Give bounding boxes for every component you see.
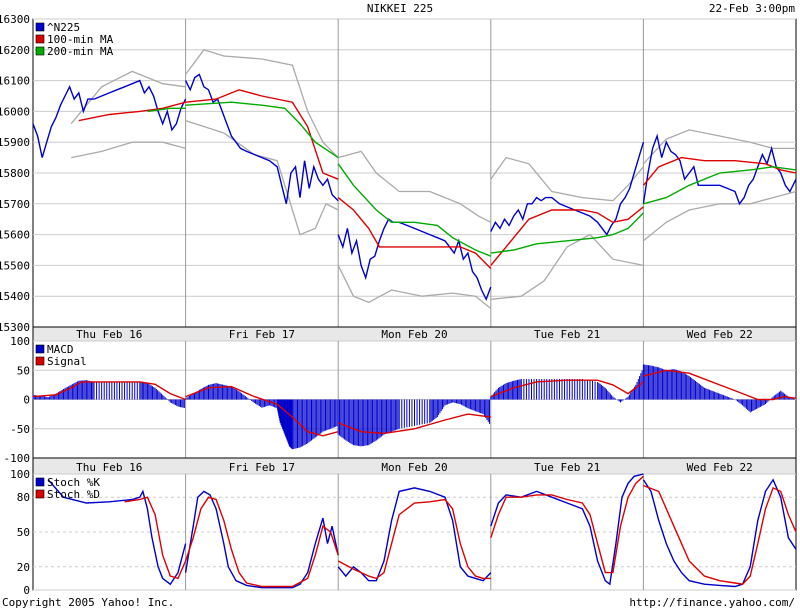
y-tick-label: 50 xyxy=(17,364,30,377)
y-tick-label: 100 xyxy=(10,468,30,481)
legend-swatch xyxy=(35,356,45,366)
chart-title: NIKKEI 225 xyxy=(367,2,433,15)
day-label: Fri Feb 17 xyxy=(229,328,295,341)
legend-label: Stoch %D xyxy=(47,488,100,501)
y-tick-label: 16200 xyxy=(0,44,30,57)
y-tick-label: 20 xyxy=(17,561,30,574)
panel-3: 1008050200Stoch %KStoch %D xyxy=(10,468,797,597)
day-label: Thu Feb 16 xyxy=(76,328,142,341)
copyright-text: Copyright 2005 Yahoo! Inc. xyxy=(2,596,174,608)
chart-canvas: NIKKEI 225 22-Feb 3:00pm Copyright 2005 … xyxy=(0,2,797,608)
y-tick-label: 15400 xyxy=(0,290,30,303)
legend-swatch xyxy=(35,344,45,354)
day-label: Tue Feb 21 xyxy=(534,461,600,474)
legend-swatch xyxy=(35,489,45,499)
chart-timestamp: 22-Feb 3:00pm xyxy=(709,2,795,15)
y-tick-label: 16300 xyxy=(0,13,30,26)
y-tick-label: -100 xyxy=(4,452,31,465)
y-tick-label: 100 xyxy=(10,335,30,348)
legend-label: 200-min MA xyxy=(47,45,114,58)
legend-swatch xyxy=(35,34,45,44)
y-tick-label: 15600 xyxy=(0,229,30,242)
legend-swatch xyxy=(35,22,45,32)
y-tick-label: 0 xyxy=(23,394,30,407)
day-label: Wed Feb 22 xyxy=(687,328,753,341)
day-label: Thu Feb 16 xyxy=(76,461,142,474)
day-label: Mon Feb 20 xyxy=(381,328,447,341)
source-url: http://finance.yahoo.com/ xyxy=(629,596,795,608)
y-tick-label: 15900 xyxy=(0,136,30,149)
y-tick-label: 15500 xyxy=(0,259,30,272)
day-label: Mon Feb 20 xyxy=(381,461,447,474)
legend-swatch xyxy=(35,46,45,56)
panel-2: 100 50 0 -50 -100 Thu Feb 16 Fri Feb 17 Mon Feb… xyxy=(4,335,797,475)
day-label: Wed Feb 22 xyxy=(687,461,753,474)
y-tick-label: 16100 xyxy=(0,75,30,88)
y-tick-label: 15800 xyxy=(0,167,30,180)
y-tick-label: 50 xyxy=(17,526,30,539)
day-label: Fri Feb 17 xyxy=(229,461,295,474)
day-label: Tue Feb 21 xyxy=(534,328,600,341)
y-tick-label: 0 xyxy=(23,584,30,597)
chart-panels: 15300 15400 15500 15600 15700 15800 15900 16000… xyxy=(0,13,797,597)
legend-swatch xyxy=(35,477,45,487)
y-tick-label: 16000 xyxy=(0,105,30,118)
legend-label: Signal xyxy=(47,355,87,368)
y-tick-label: 15300 xyxy=(0,321,30,334)
panel-1: 15300 15400 15500 15600 15700 15800 15900 16000… xyxy=(0,13,797,342)
y-tick-label: 80 xyxy=(17,491,30,504)
y-tick-label: 15700 xyxy=(0,198,30,211)
y-tick-label: -50 xyxy=(10,423,30,436)
